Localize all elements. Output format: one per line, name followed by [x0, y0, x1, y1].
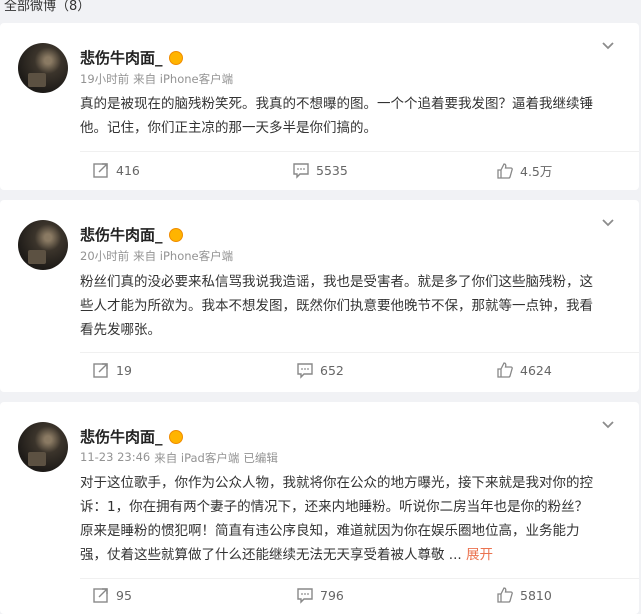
repost-count: 19 [116, 362, 132, 378]
vip-badge-icon [168, 227, 183, 242]
like-button[interactable]: 5810 [496, 586, 552, 604]
vip-badge-icon [168, 429, 183, 444]
vip-badge-icon [168, 50, 183, 65]
comment-button[interactable]: 652 [296, 361, 344, 379]
comment-count: 796 [320, 587, 344, 603]
post-card: 悲伤牛肉面_ 20小时前 来自 iPhone客户端 粉丝们真的没必要来私信骂我说… [0, 200, 639, 392]
post-time[interactable]: 11-23 23:46 [80, 450, 150, 466]
repost-count: 416 [116, 162, 140, 178]
comment-count: 652 [320, 362, 344, 378]
comment-button[interactable]: 796 [296, 586, 344, 604]
chevron-down-icon[interactable] [601, 418, 615, 432]
like-button[interactable]: 4.5万 [496, 161, 552, 180]
avatar[interactable] [18, 220, 68, 270]
expand-link[interactable]: 展开 [466, 547, 493, 563]
post-time[interactable]: 20小时前 [80, 248, 129, 264]
repost-icon [93, 363, 108, 378]
comment-button[interactable]: 5535 [292, 161, 348, 179]
repost-button[interactable]: 19 [92, 361, 132, 379]
comment-icon [297, 363, 313, 379]
comment-icon [297, 588, 313, 604]
comment-icon [293, 163, 309, 179]
repost-icon [93, 588, 108, 603]
username[interactable]: 悲伤牛肉面_ [80, 426, 163, 447]
post-source: 来自 iPhone客户端 [133, 72, 234, 86]
repost-icon [93, 163, 108, 178]
post-card: 悲伤牛肉面_ 11-23 23:46 来自 iPad客户端 已编辑 对于这位歌手… [0, 402, 639, 614]
comment-count: 5535 [316, 162, 348, 178]
like-icon [497, 162, 513, 179]
post-source: 来自 iPhone客户端 [133, 249, 234, 263]
post-card: 悲伤牛肉面_ 19小时前 来自 iPhone客户端 真的是被现在的脑残粉笑死。我… [0, 23, 639, 190]
like-icon [497, 587, 513, 603]
page-title: 全部微博（8） [4, 0, 91, 14]
username[interactable]: 悲伤牛肉面_ [80, 47, 163, 68]
like-icon [497, 362, 513, 378]
like-count: 4.5万 [520, 164, 553, 179]
edited-label: 已编辑 [243, 451, 278, 465]
post-source: 来自 iPad客户端 [154, 451, 240, 465]
repost-button[interactable]: 95 [92, 586, 132, 604]
avatar[interactable] [18, 43, 68, 93]
avatar[interactable] [18, 422, 68, 472]
repost-count: 95 [116, 587, 132, 603]
post-content: 粉丝们真的没必要来私信骂我说我造谣，我也是受害者。就是多了你们这些脑残粉，这 些… [80, 274, 593, 338]
username[interactable]: 悲伤牛肉面_ [80, 224, 163, 245]
like-count: 4624 [520, 362, 552, 378]
repost-button[interactable]: 416 [92, 161, 140, 179]
like-button[interactable]: 4624 [496, 361, 552, 379]
post-content: 真的是被现在的脑残粉笑死。我真的不想曝的图。一个个追着要我发图？逼着我继续锤 他… [80, 96, 593, 136]
like-count: 5810 [520, 587, 552, 603]
chevron-down-icon[interactable] [601, 216, 615, 230]
post-time[interactable]: 19小时前 [80, 71, 129, 87]
post-content: 对于这位歌手，你作为公众人物，我就将你在公众的地方曝光，接下来就是我对你的控 诉… [80, 475, 593, 563]
chevron-down-icon[interactable] [601, 39, 615, 53]
